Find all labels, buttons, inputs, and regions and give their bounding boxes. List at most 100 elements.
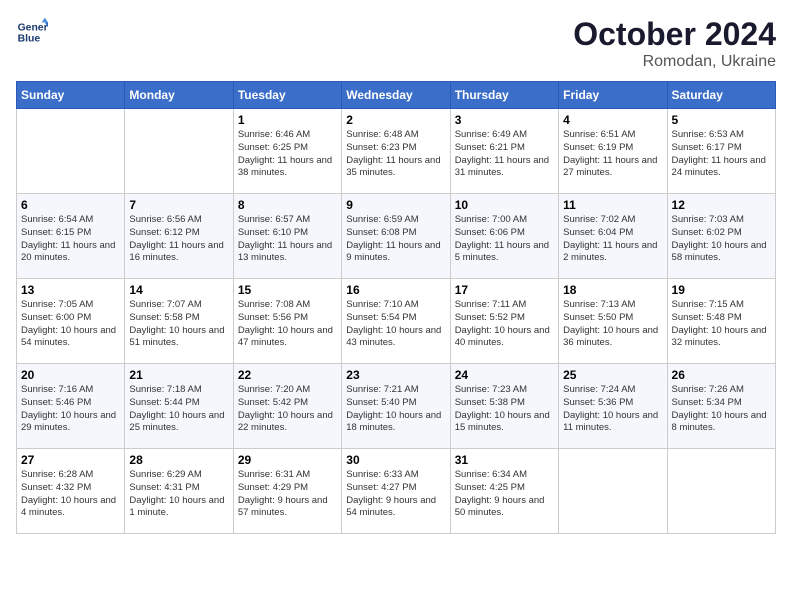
calendar-cell: 21Sunrise: 7:18 AMSunset: 5:44 PMDayligh… [125, 364, 233, 449]
calendar-cell: 31 Sunrise: 6:34 AMSunset: 4:25 PMDayligh… [450, 449, 558, 534]
page-header: General Blue October 2024 Romodan, Ukrai… [16, 16, 776, 71]
day-number: 18 [563, 283, 662, 297]
calendar-cell: 7 Sunrise: 6:56 AMSunset: 6:12 PMDaylight… [125, 194, 233, 279]
day-of-week-header: Monday [125, 82, 233, 109]
month-title: October 2024 Romodan, Ukraine [573, 16, 776, 71]
day-of-week-header: Sunday [17, 82, 125, 109]
day-number: 30 [346, 453, 445, 467]
calendar-cell: 19 Sunrise: 7:15 AMSunset: 5:48 PMDayligh… [667, 279, 775, 364]
day-sun-info: Sunrise: 6:57 AMSunset: 6:10 PMDaylight:… [238, 214, 337, 265]
calendar-cell: 24 Sunrise: 7:23 AMSunset: 5:38 PMDayligh… [450, 364, 558, 449]
day-number: 3 [455, 113, 554, 127]
calendar-cell: 17Sunrise: 7:11 AMSunset: 5:52 PMDayligh… [450, 279, 558, 364]
day-number: 15 [238, 283, 337, 297]
day-number: 28 [129, 453, 228, 467]
day-number: 24 [455, 368, 554, 382]
day-number: 9 [346, 198, 445, 212]
day-sun-info: Sunrise: 7:03 AMSunset: 6:02 PMDaylight:… [672, 214, 771, 265]
day-number: 6 [21, 198, 120, 212]
calendar-cell: 14 Sunrise: 7:07 AMSunset: 5:58 PMDayligh… [125, 279, 233, 364]
calendar-header: SundayMondayTuesdayWednesdayThursdayFrid… [17, 82, 776, 109]
day-number: 29 [238, 453, 337, 467]
day-number: 5 [672, 113, 771, 127]
day-sun-info: Sunrise: 7:10 AMSunset: 5:54 PMDaylight:… [346, 299, 445, 350]
calendar-cell: 16Sunrise: 7:10 AMSunset: 5:54 PMDayligh… [342, 279, 450, 364]
day-sun-info: Sunrise: 6:46 AMSunset: 6:25 PMDaylight:… [238, 129, 337, 180]
calendar-cell: 5 Sunrise: 6:53 AMSunset: 6:17 PMDaylight… [667, 109, 775, 194]
day-sun-info: Sunrise: 7:00 AMSunset: 6:06 PMDaylight:… [455, 214, 554, 265]
day-of-week-header: Tuesday [233, 82, 341, 109]
day-number: 1 [238, 113, 337, 127]
day-sun-info: Sunrise: 7:18 AMSunset: 5:44 PMDaylight:… [129, 384, 228, 435]
day-sun-info: Sunrise: 6:33 AMSunset: 4:27 PMDaylight:… [346, 469, 445, 520]
day-sun-info: Sunrise: 7:05 AMSunset: 6:00 PMDaylight:… [21, 299, 120, 350]
calendar-cell: 20 Sunrise: 7:16 AMSunset: 5:46 PMDayligh… [17, 364, 125, 449]
day-of-week-header: Saturday [667, 82, 775, 109]
day-number: 23 [346, 368, 445, 382]
day-number: 31 [455, 453, 554, 467]
day-sun-info: Sunrise: 7:02 AMSunset: 6:04 PMDaylight:… [563, 214, 662, 265]
day-sun-info: Sunrise: 7:07 AMSunset: 5:58 PMDaylight:… [129, 299, 228, 350]
day-sun-info: Sunrise: 6:56 AMSunset: 6:12 PMDaylight:… [129, 214, 228, 265]
day-number: 17 [455, 283, 554, 297]
day-number: 4 [563, 113, 662, 127]
day-number: 13 [21, 283, 120, 297]
day-sun-info: Sunrise: 7:20 AMSunset: 5:42 PMDaylight:… [238, 384, 337, 435]
day-number: 22 [238, 368, 337, 382]
month-year: October 2024 [573, 16, 776, 53]
day-sun-info: Sunrise: 6:49 AMSunset: 6:21 PMDaylight:… [455, 129, 554, 180]
day-sun-info: Sunrise: 6:59 AMSunset: 6:08 PMDaylight:… [346, 214, 445, 265]
day-sun-info: Sunrise: 7:13 AMSunset: 5:50 PMDaylight:… [563, 299, 662, 350]
calendar-cell [559, 449, 667, 534]
day-sun-info: Sunrise: 6:34 AMSunset: 4:25 PMDaylight:… [455, 469, 554, 520]
calendar-cell: 8Sunrise: 6:57 AMSunset: 6:10 PMDaylight… [233, 194, 341, 279]
calendar-cell [125, 109, 233, 194]
calendar-cell [667, 449, 775, 534]
day-number: 2 [346, 113, 445, 127]
day-sun-info: Sunrise: 7:21 AMSunset: 5:40 PMDaylight:… [346, 384, 445, 435]
day-sun-info: Sunrise: 7:16 AMSunset: 5:46 PMDaylight:… [21, 384, 120, 435]
day-sun-info: Sunrise: 6:53 AMSunset: 6:17 PMDaylight:… [672, 129, 771, 180]
calendar-week-row: 1 Sunrise: 6:46 AMSunset: 6:25 PMDaylight… [17, 109, 776, 194]
calendar-cell: 12 Sunrise: 7:03 AMSunset: 6:02 PMDayligh… [667, 194, 775, 279]
calendar-cell: 25Sunrise: 7:24 AMSunset: 5:36 PMDayligh… [559, 364, 667, 449]
day-sun-info: Sunrise: 7:08 AMSunset: 5:56 PMDaylight:… [238, 299, 337, 350]
calendar-week-row: 13 Sunrise: 7:05 AMSunset: 6:00 PMDayligh… [17, 279, 776, 364]
calendar-week-row: 20 Sunrise: 7:16 AMSunset: 5:46 PMDayligh… [17, 364, 776, 449]
calendar-cell: 29Sunrise: 6:31 AMSunset: 4:29 PMDayligh… [233, 449, 341, 534]
calendar-cell: 26Sunrise: 7:26 AMSunset: 5:34 PMDayligh… [667, 364, 775, 449]
calendar-cell: 3 Sunrise: 6:49 AMSunset: 6:21 PMDaylight… [450, 109, 558, 194]
calendar-cell: 1 Sunrise: 6:46 AMSunset: 6:25 PMDaylight… [233, 109, 341, 194]
day-number: 7 [129, 198, 228, 212]
day-sun-info: Sunrise: 6:48 AMSunset: 6:23 PMDaylight:… [346, 129, 445, 180]
day-sun-info: Sunrise: 6:28 AMSunset: 4:32 PMDaylight:… [21, 469, 120, 520]
calendar-cell: 30 Sunrise: 6:33 AMSunset: 4:27 PMDayligh… [342, 449, 450, 534]
logo-icon: General Blue [16, 16, 48, 48]
calendar-cell: 23 Sunrise: 7:21 AMSunset: 5:40 PMDayligh… [342, 364, 450, 449]
day-sun-info: Sunrise: 7:15 AMSunset: 5:48 PMDaylight:… [672, 299, 771, 350]
day-number: 12 [672, 198, 771, 212]
calendar-table: SundayMondayTuesdayWednesdayThursdayFrid… [16, 81, 776, 534]
day-sun-info: Sunrise: 7:24 AMSunset: 5:36 PMDaylight:… [563, 384, 662, 435]
day-sun-info: Sunrise: 6:29 AMSunset: 4:31 PMDaylight:… [129, 469, 228, 520]
day-of-week-header: Wednesday [342, 82, 450, 109]
calendar-cell: 10Sunrise: 7:00 AMSunset: 6:06 PMDayligh… [450, 194, 558, 279]
day-number: 14 [129, 283, 228, 297]
logo: General Blue [16, 16, 48, 48]
calendar-cell: 28 Sunrise: 6:29 AMSunset: 4:31 PMDayligh… [125, 449, 233, 534]
day-number: 27 [21, 453, 120, 467]
calendar-cell: 11Sunrise: 7:02 AMSunset: 6:04 PMDayligh… [559, 194, 667, 279]
calendar-cell: 6Sunrise: 6:54 AMSunset: 6:15 PMDaylight… [17, 194, 125, 279]
calendar-cell: 18 Sunrise: 7:13 AMSunset: 5:50 PMDayligh… [559, 279, 667, 364]
day-sun-info: Sunrise: 7:23 AMSunset: 5:38 PMDaylight:… [455, 384, 554, 435]
calendar-week-row: 6Sunrise: 6:54 AMSunset: 6:15 PMDaylight… [17, 194, 776, 279]
calendar-cell: 9 Sunrise: 6:59 AMSunset: 6:08 PMDaylight… [342, 194, 450, 279]
day-of-week-header: Friday [559, 82, 667, 109]
calendar-cell: 15 Sunrise: 7:08 AMSunset: 5:56 PMDayligh… [233, 279, 341, 364]
calendar-cell: 4 Sunrise: 6:51 AMSunset: 6:19 PMDaylight… [559, 109, 667, 194]
day-number: 20 [21, 368, 120, 382]
day-sun-info: Sunrise: 6:51 AMSunset: 6:19 PMDaylight:… [563, 129, 662, 180]
svg-text:Blue: Blue [18, 34, 41, 45]
day-sun-info: Sunrise: 7:26 AMSunset: 5:34 PMDaylight:… [672, 384, 771, 435]
day-number: 19 [672, 283, 771, 297]
